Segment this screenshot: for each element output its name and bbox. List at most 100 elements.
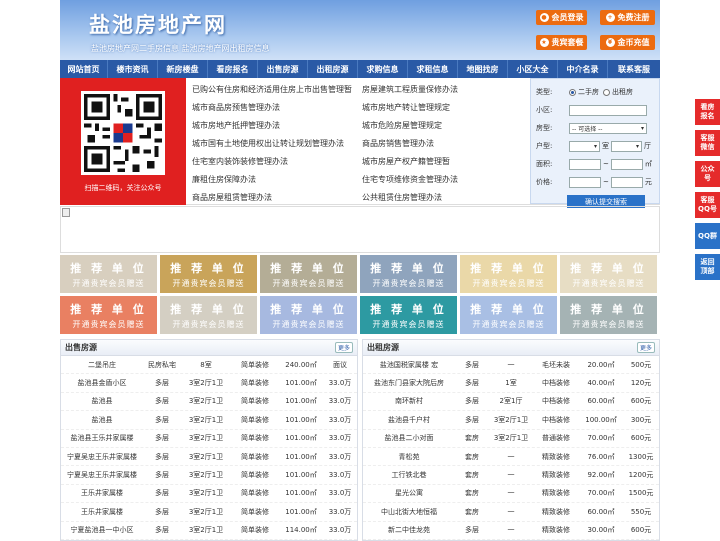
table-row[interactable]: 盐池国税家属楼 宏 多层 一 毛坯未装 20.00㎡ 500元 xyxy=(363,356,659,375)
area-min-input[interactable] xyxy=(569,158,601,170)
recommended-unit-tile[interactable]: 推 荐 单 位开通贵宾会员赠送 xyxy=(160,296,257,334)
table-row[interactable]: 王乐井家属楼 多层 3室2厅1卫 简单装修 101.00㎡ 33.0万 xyxy=(61,503,357,522)
nav-wanted-rent[interactable]: 求租信息 xyxy=(408,60,458,78)
float-service-qq[interactable]: 客服QQ号 xyxy=(695,192,720,218)
nav-home[interactable]: 网站首页 xyxy=(60,60,108,78)
policy-link[interactable]: 城市危险房屋管理规定 xyxy=(362,116,530,134)
nav-news[interactable]: 楼市资讯 xyxy=(108,60,158,78)
policy-link[interactable]: 城市国有土地使用权出让转让规划管理办法 xyxy=(192,134,362,152)
table-row[interactable]: 星光公寓 套房 一 精致装修 70.00㎡ 1500元 xyxy=(363,485,659,504)
banner-ad[interactable] xyxy=(60,206,660,253)
policy-link[interactable]: 住宅室内装饰装修管理办法 xyxy=(192,152,362,170)
policy-link[interactable]: 城市商品房预售管理办法 xyxy=(192,98,362,116)
table-cell[interactable]: 盐池县金盾小区 xyxy=(61,378,143,388)
nav-communities[interactable]: 小区大全 xyxy=(508,60,558,78)
table-cell[interactable]: 盐池县千户村 xyxy=(363,415,455,425)
nav-viewing-signup[interactable]: 看房报名 xyxy=(208,60,258,78)
rent-more-button[interactable]: 更多 xyxy=(636,342,655,353)
policy-link[interactable]: 城市房地产抵押管理办法 xyxy=(192,116,362,134)
table-row[interactable]: 工行铁北巷 套房 一 精致装修 92.00㎡ 1200元 xyxy=(363,466,659,485)
table-row[interactable]: 盐池东门县家大院后房 多层 1室 中档装修 40.00㎡ 120元 xyxy=(363,374,659,393)
recommended-unit-tile[interactable]: 推 荐 单 位开通贵宾会员赠送 xyxy=(460,255,557,293)
table-row[interactable]: 盐池县金盾小区 多层 3室2厅1卫 简单装修 101.00㎡ 33.0万 xyxy=(61,374,357,393)
sale-more-button[interactable]: 更多 xyxy=(334,342,353,353)
table-row[interactable]: 盐池县二小对面 套房 3室2厅1卫 普通装修 70.00㎡ 600元 xyxy=(363,430,659,448)
radio-rental[interactable] xyxy=(603,88,610,96)
table-cell[interactable]: 新二中佳龙苑 xyxy=(363,525,455,535)
recommended-unit-tile[interactable]: 推 荐 单 位开通贵宾会员赠送 xyxy=(560,296,657,334)
recommended-unit-tile[interactable]: 推 荐 单 位开通贵宾会员赠送 xyxy=(160,255,257,293)
recommended-unit-tile[interactable]: 推 荐 单 位开通贵宾会员赠送 xyxy=(60,255,157,293)
table-row[interactable]: 盐池县 多层 3室2厅1卫 简单装修 101.00㎡ 33.0万 xyxy=(61,393,357,412)
float-viewing-signup[interactable]: 看房报名 xyxy=(695,99,720,125)
float-service-wechat[interactable]: 客服微信 xyxy=(695,130,720,156)
table-row[interactable]: 盐池县 多层 3室2厅1卫 简单装修 101.00㎡ 33.0万 xyxy=(61,411,357,430)
table-row[interactable]: 盐池县王乐井家属楼 多层 3室2厅1卫 简单装修 101.00㎡ 33.0万 xyxy=(61,430,357,448)
table-cell[interactable]: 星光公寓 xyxy=(363,488,455,498)
table-cell[interactable]: 王乐井家属楼 xyxy=(61,507,143,517)
nav-for-sale[interactable]: 出售房源 xyxy=(258,60,308,78)
table-row[interactable]: 宁夏吴忠王乐井家属楼 多层 3室2厅1卫 简单装修 101.00㎡ 33.0万 xyxy=(61,448,357,467)
table-row[interactable]: 宁夏盐池县一中小区 多层 3室2厅1卫 简单装修 114.00㎡ 33.0万 xyxy=(61,522,357,540)
community-input[interactable] xyxy=(569,104,647,116)
float-back-to-top[interactable]: 返回顶部 xyxy=(695,254,720,280)
table-cell[interactable]: 盐池县二小对面 xyxy=(363,433,455,443)
recommended-unit-tile[interactable]: 推 荐 单 位开通贵宾会员赠送 xyxy=(360,296,457,334)
table-row[interactable]: 宁夏吴忠王乐井家属楼 多层 3室2厅1卫 简单装修 101.00㎡ 33.0万 xyxy=(61,466,357,485)
nav-agencies[interactable]: 中介名录 xyxy=(558,60,608,78)
table-cell[interactable]: 王乐井家属楼 xyxy=(61,488,143,498)
policy-link[interactable]: 城市房屋产权产籍管理暂 xyxy=(362,152,530,170)
rooms-select[interactable]: ▾ xyxy=(569,140,600,152)
table-cell[interactable]: 二堡吊庄 xyxy=(61,360,143,370)
site-title[interactable]: 盐池房地产网 xyxy=(89,9,227,39)
policy-link[interactable]: 商品房销售管理办法 xyxy=(362,134,530,152)
login-button[interactable]: ● 会员登录 xyxy=(536,10,587,25)
radio-secondhand[interactable] xyxy=(569,88,576,96)
policy-link[interactable]: 廉租住房保障办法 xyxy=(192,170,362,188)
table-cell[interactable]: 工行铁北巷 xyxy=(363,470,455,480)
table-cell[interactable]: 南环新村 xyxy=(363,396,455,406)
table-cell[interactable]: 盐池县 xyxy=(61,396,143,406)
float-official-account[interactable]: 公众号 xyxy=(695,161,720,187)
recommended-unit-tile[interactable]: 推 荐 单 位开通贵宾会员赠送 xyxy=(560,255,657,293)
nav-new-homes[interactable]: 新房楼盘 xyxy=(158,60,208,78)
recommended-unit-tile[interactable]: 推 荐 单 位开通贵宾会员赠送 xyxy=(360,255,457,293)
recommended-unit-tile[interactable]: 推 荐 单 位开通贵宾会员赠送 xyxy=(260,255,357,293)
vip-package-button[interactable]: ★ 贵宾套餐 xyxy=(536,35,587,50)
table-cell[interactable]: 盐池国税家属楼 宏 xyxy=(363,360,455,370)
table-cell[interactable]: 青松苑 xyxy=(363,452,455,462)
register-button[interactable]: + 免费注册 xyxy=(600,10,655,25)
nav-for-rent[interactable]: 出租房源 xyxy=(308,60,358,78)
area-max-input[interactable] xyxy=(610,158,643,170)
table-row[interactable]: 新二中佳龙苑 多层 一 精致装修 30.00㎡ 600元 xyxy=(363,522,659,540)
table-cell[interactable]: 宁夏吴忠王乐井家属楼 xyxy=(61,470,143,480)
table-cell[interactable]: 盐池县王乐井家属楼 xyxy=(61,433,143,443)
price-max-input[interactable] xyxy=(610,176,643,188)
coin-recharge-button[interactable]: ¥ 金币充值 xyxy=(600,35,655,50)
policy-link[interactable]: 住宅专项维修资金管理办法 xyxy=(362,170,530,188)
nav-contact[interactable]: 联系客服 xyxy=(608,60,660,78)
table-cell[interactable]: 盐池东门县家大院后房 xyxy=(363,378,455,388)
policy-link[interactable]: 已购公有住房和经济适用住房上市出售管理暂 xyxy=(192,80,362,98)
policy-link[interactable]: 商品房屋租赁管理办法 xyxy=(192,188,362,206)
table-cell[interactable]: 盐池县 xyxy=(61,415,143,425)
policy-link[interactable]: 房屋建筑工程质量保修办法 xyxy=(362,80,530,98)
float-qq-group[interactable]: QQ群 xyxy=(695,223,720,249)
table-row[interactable]: 二堡吊庄 民房私宅 8室 简单装修 240.00㎡ 面议 xyxy=(61,356,357,375)
policy-link[interactable]: 公共租赁住房管理办法 xyxy=(362,188,530,206)
table-cell[interactable]: 中山北街大地恒福 xyxy=(363,507,455,517)
table-cell[interactable]: 宁夏盐池县一中小区 xyxy=(61,525,143,535)
table-row[interactable]: 青松苑 套房 一 精致装修 76.00㎡ 1300元 xyxy=(363,448,659,467)
nav-map-search[interactable]: 地图找房 xyxy=(458,60,508,78)
recommended-unit-tile[interactable]: 推 荐 单 位开通贵宾会员赠送 xyxy=(260,296,357,334)
nav-wanted-buy[interactable]: 求购信息 xyxy=(358,60,408,78)
table-row[interactable]: 中山北街大地恒福 套房 一 精致装修 60.00㎡ 550元 xyxy=(363,503,659,522)
house-type-select[interactable]: -- 可选择 -- ▾ xyxy=(569,122,647,134)
table-row[interactable]: 盐池县千户村 多层 3室2厅1卫 中档装修 100.00㎡ 300元 xyxy=(363,411,659,430)
table-row[interactable]: 南环新村 多层 2室1厅 中档装修 60.00㎡ 600元 xyxy=(363,393,659,412)
recommended-unit-tile[interactable]: 推 荐 单 位开通贵宾会员赠送 xyxy=(460,296,557,334)
policy-link[interactable]: 城市房地产转让管理规定 xyxy=(362,98,530,116)
halls-select[interactable]: ▾ xyxy=(611,140,642,152)
recommended-unit-tile[interactable]: 推 荐 单 位开通贵宾会员赠送 xyxy=(60,296,157,334)
table-row[interactable]: 王乐井家属楼 多层 3室2厅1卫 简单装修 101.00㎡ 33.0万 xyxy=(61,485,357,504)
